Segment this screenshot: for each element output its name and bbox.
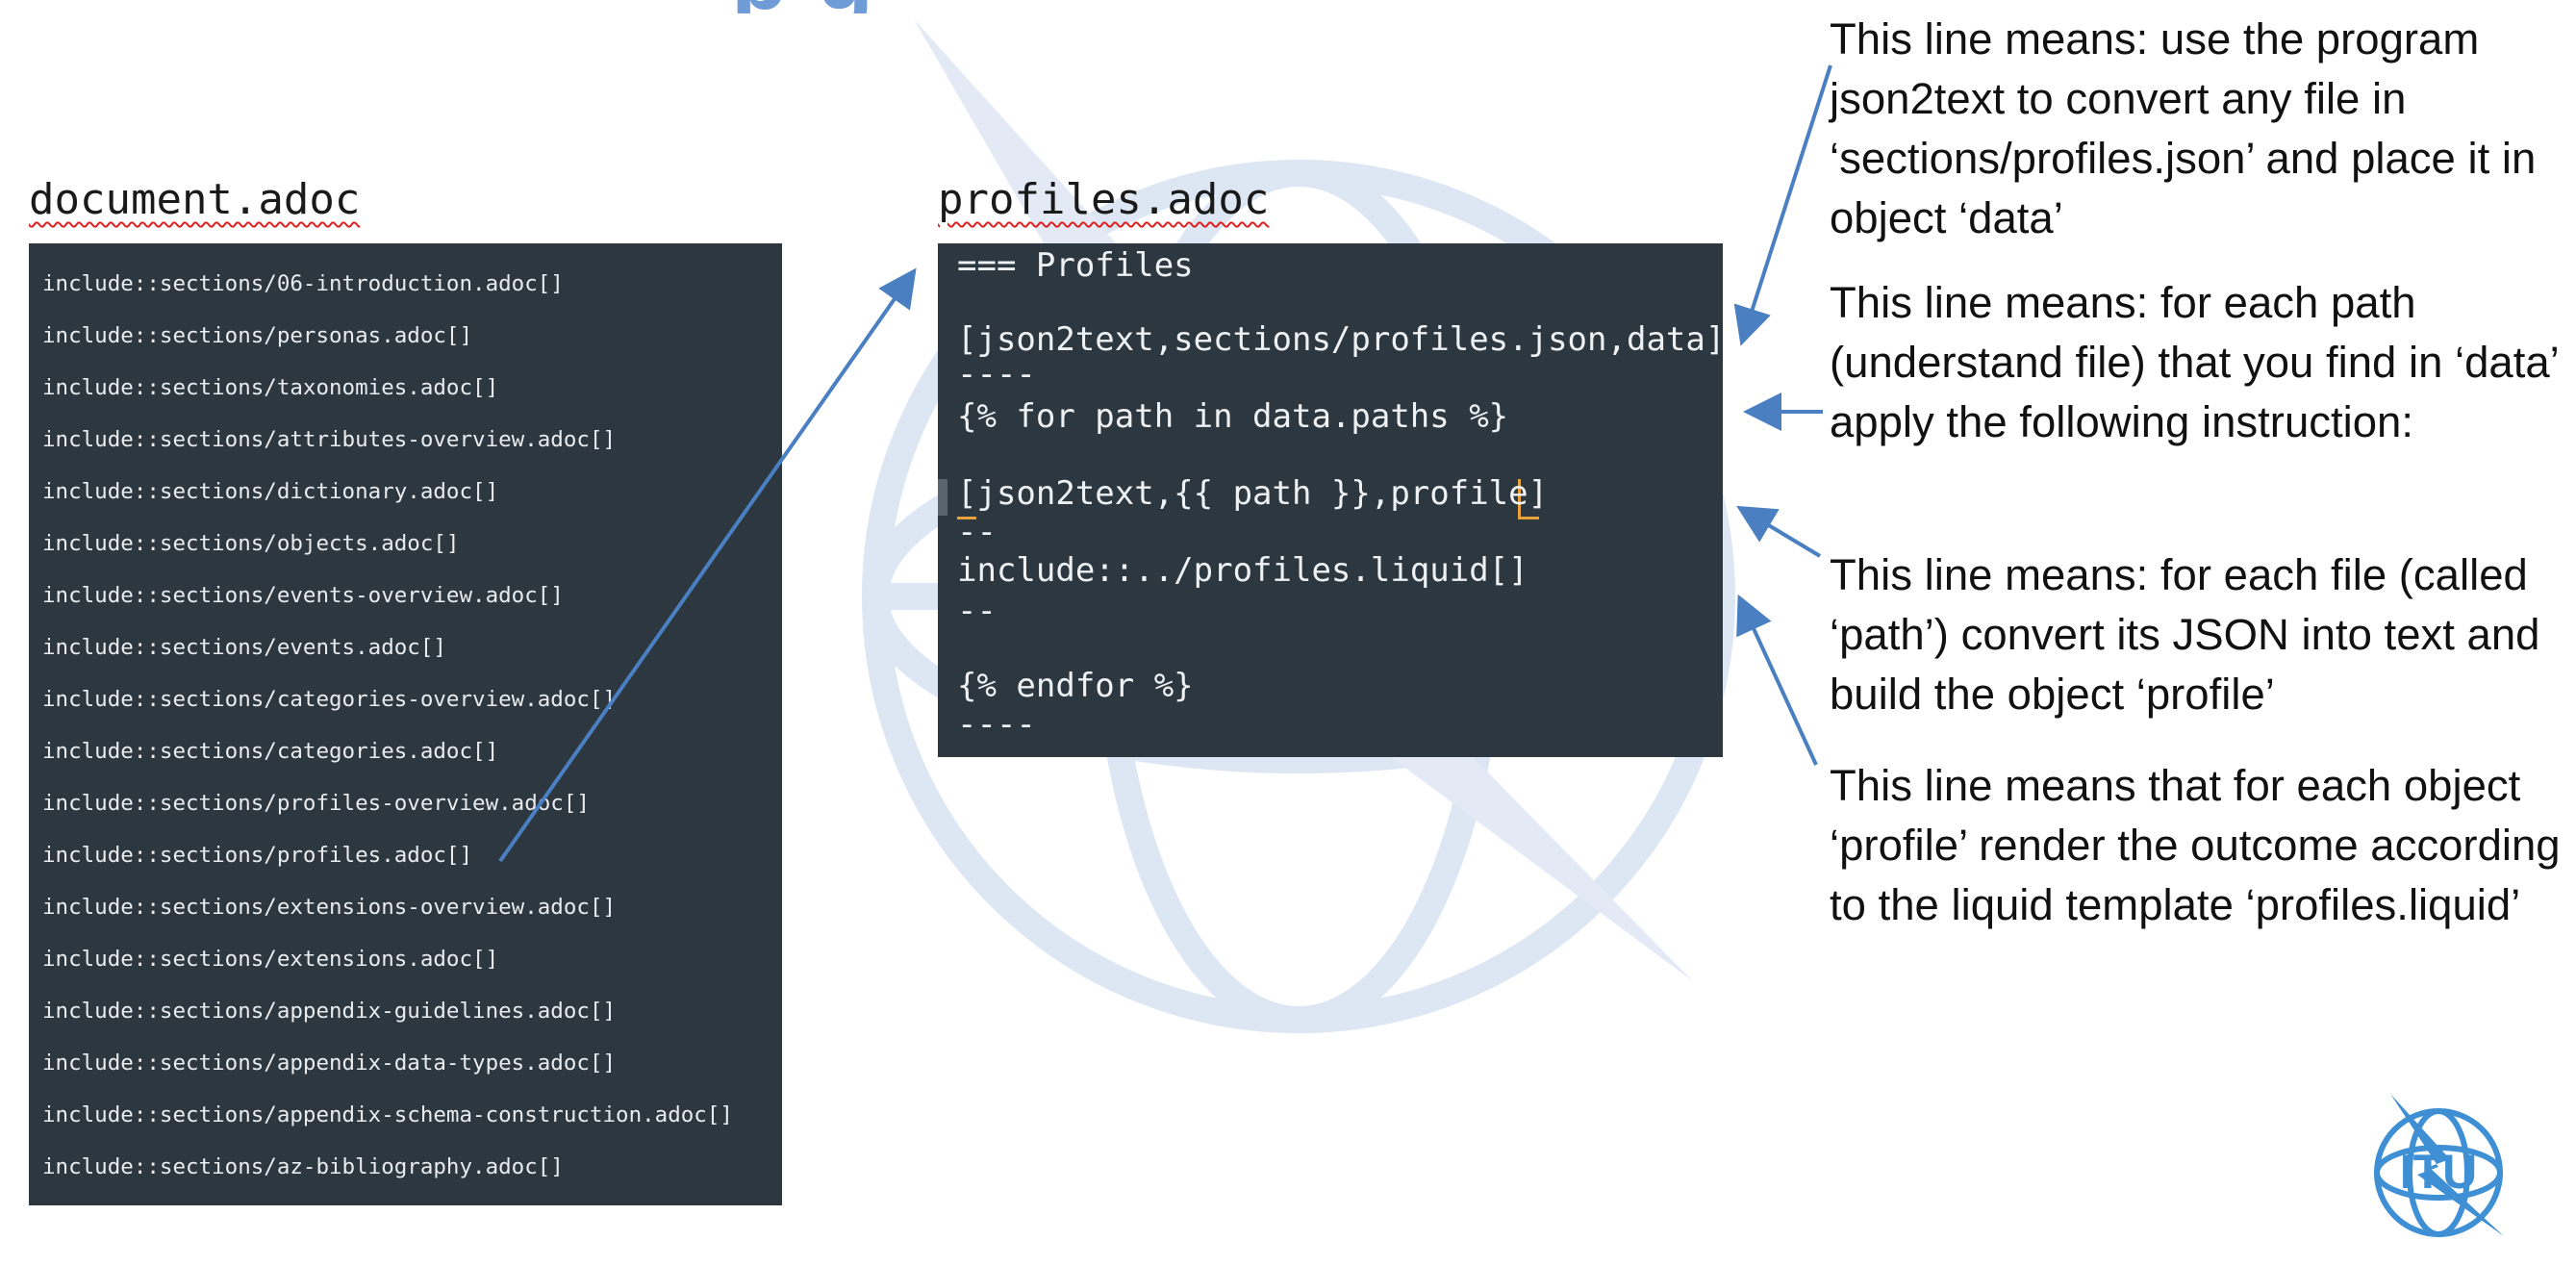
annotation-profile-object: This line means: for each file (called ‘… [1830,550,2540,719]
annotation-for-loop: This line means: for each path (understa… [1830,278,2559,446]
gutter-marker [938,479,947,516]
document-code-line: include::sections/events-overview.adoc[] [42,583,564,608]
arrow-json2text-note [1733,64,1832,346]
document-code-line: include::sections/events.adoc[] [42,635,446,660]
document-code-line: include::sections/dictionary.adoc[] [42,479,499,504]
annotation-json2text: This line means: use the program json2te… [1830,14,2537,242]
document-code-line: include::sections/objects.adoc[] [42,531,460,556]
arrow-liquid-note [1736,594,1818,766]
document-code-line: include::sections/categories-overview.ad… [42,687,617,712]
document-code-line: include::sections/attributes-overview.ad… [42,427,617,452]
document-code-line: include::sections/az-bibliography.adoc[] [42,1154,564,1179]
slide-title-text: p g [731,0,875,13]
document-code-line: include::sections/profiles-overview.adoc… [42,791,590,816]
document-code-line: include::sections/appendix-data-types.ad… [42,1051,617,1076]
profiles-code-line: {% for path in data.paths %} [957,397,1509,436]
slide-title: p g [731,0,1077,13]
itu-logo: ITU [2374,1094,2504,1237]
caret-underline-end [1518,517,1539,519]
profiles-file-title: profiles.adoc [938,175,1270,224]
profiles-code-line: -- [957,592,997,630]
document-code-line: include::sections/personas.adoc[] [42,323,473,348]
profiles-code-line: {% endfor %} [957,667,1194,705]
document-code-line: include::sections/categories.adoc[] [42,739,499,764]
document-code-line: include::sections/06-introduction.adoc[] [42,271,564,296]
profiles-code-line: include::../profiles.liquid[] [957,551,1528,590]
document-code-line: include::sections/appendix-schema-constr… [42,1102,733,1127]
profiles-code-line: -- [957,513,997,551]
profiles-code-line: ---- [957,705,1036,744]
profiles-code-panel: === Profiles [json2text,sections/profiles… [938,243,1726,757]
document-code-line: include::sections/extensions.adoc[] [42,947,499,972]
profiles-code-line: [json2text,sections/profiles.json,data] [957,320,1726,359]
document-file-title: document.adoc [29,175,361,224]
annotation-liquid-template: This line means that for each object ‘pr… [1830,761,2561,929]
svg-text:ITU: ITU [2400,1145,2478,1199]
document-code-line: include::sections/taxonomies.adoc[] [42,375,499,400]
profiles-code-line: === Profiles [957,246,1194,285]
document-code-line: include::sections/extensions-overview.ad… [42,895,617,920]
profiles-code-line: [json2text,{{ path }},profile] [957,474,1549,513]
document-code-line: include::sections/profiles.adoc[] [42,843,473,868]
document-code-panel: include::sections/06-introduction.adoc[]… [29,243,782,1205]
arrow-profile-note [1736,505,1822,558]
profiles-code-line: ---- [957,355,1036,393]
document-code-line: include::sections/appendix-guidelines.ad… [42,999,617,1024]
